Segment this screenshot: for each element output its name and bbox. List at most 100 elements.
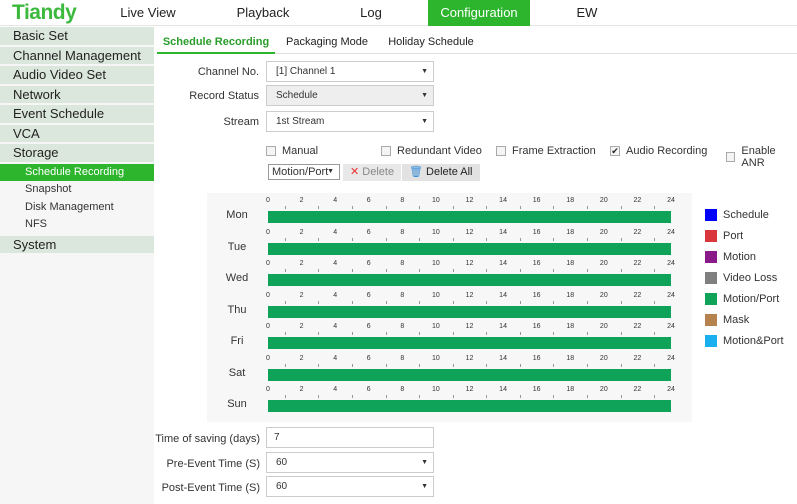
schedule-grid[interactable]: Mon 0 2 4 6 8 10 12 14 16 18 20 22 24 Tue 0 2 4 6 8 10 12 14 16… (207, 193, 692, 422)
tick-label: 12 (465, 228, 474, 236)
stream-select[interactable]: 1st Stream ▼ (266, 111, 434, 132)
tick-mark (318, 395, 320, 398)
tab-holiday-schedule[interactable]: Holiday Schedule (377, 30, 485, 54)
sidebar-item-network[interactable]: Network (0, 85, 154, 103)
tick-mark (419, 237, 421, 241)
tick-label: 4 (333, 323, 338, 330)
saving-days-input[interactable]: 7 (266, 427, 434, 448)
checkbox-audio-recording[interactable]: ✔ Audio Recording (610, 145, 707, 157)
nav-ew[interactable]: EW (536, 0, 638, 26)
tick-label: 10 (432, 228, 440, 236)
tick-label: 8 (400, 197, 405, 204)
tick-label: 6 (366, 291, 371, 299)
nav-live-view[interactable]: Live View (97, 0, 199, 26)
tick-label: 0 (266, 386, 270, 393)
tick-label: 8 (400, 291, 405, 299)
tick-mark (452, 395, 454, 398)
checkbox-box[interactable]: ✔ (610, 146, 620, 156)
tick-label: 18 (566, 260, 575, 267)
checkbox-box[interactable] (266, 146, 276, 156)
checkbox-redundant-video[interactable]: Redundant Video (381, 145, 482, 157)
tick-mark (351, 363, 353, 367)
schedule-bar-sat[interactable] (268, 368, 671, 381)
tick-mark (284, 332, 286, 335)
tick-label: 20 (599, 354, 608, 362)
tick-label: 22 (633, 386, 642, 393)
schedule-bar-wed[interactable] (268, 274, 671, 286)
legend-item: Motion (705, 251, 756, 263)
tick-label: 12 (465, 197, 474, 204)
nav-configuration[interactable]: Configuration (428, 0, 530, 26)
tab-packaging-mode[interactable]: Packaging Mode (277, 30, 377, 54)
legend-item: Video Loss (705, 272, 777, 284)
sidebar-item-disk-management[interactable]: Disk Management (0, 199, 154, 217)
channel-label: Channel No. (197, 66, 259, 78)
tick-label: 0 (266, 197, 270, 204)
schedule-bar-thu[interactable] (268, 305, 671, 318)
delete-button[interactable]: ✕ Delete (343, 164, 402, 181)
tick-label: 16 (532, 291, 541, 299)
tick-mark (620, 269, 622, 272)
nav-log[interactable]: Log (320, 0, 422, 26)
tick-mark (620, 300, 622, 304)
tick-mark (284, 206, 286, 209)
day-label: Sat (228, 366, 246, 379)
tick-mark (351, 332, 353, 335)
tick-mark (419, 395, 421, 398)
sidebar-item-nfs[interactable]: NFS (0, 216, 154, 234)
sidebar-item-audio-video-set[interactable]: Audio Video Set (0, 66, 154, 84)
tick-mark (553, 395, 555, 398)
tick-label: 10 (432, 386, 440, 393)
checkbox-enable-anr[interactable]: Enable ANR (726, 145, 797, 169)
schedule-bar-sun[interactable] (268, 400, 671, 412)
trash-icon: 🗑 (409, 166, 423, 178)
sidebar-item-snapshot[interactable]: Snapshot (0, 181, 154, 199)
tick-mark (587, 332, 589, 335)
checkbox-box[interactable] (496, 146, 506, 156)
tick-label: 2 (299, 260, 304, 267)
checkbox-label: Audio Recording (626, 145, 708, 157)
schedule-bar-tue[interactable] (268, 242, 671, 255)
tick-label: 14 (499, 291, 507, 299)
tick-mark (486, 206, 488, 209)
sidebar-item-schedule-recording[interactable]: Schedule Recording (0, 163, 154, 181)
tick-mark (654, 206, 656, 209)
sidebar-item-system[interactable]: System (0, 235, 154, 253)
checkbox-frame-extraction[interactable]: Frame Extraction (496, 145, 596, 157)
tick-mark (587, 395, 589, 398)
sidebar-item-storage[interactable]: Storage (0, 144, 154, 162)
tick-label: 8 (400, 354, 405, 362)
tab-schedule-recording[interactable]: Schedule Recording (157, 30, 275, 54)
sidebar-item-channel-management[interactable]: Channel Management (0, 46, 154, 64)
tick-mark (486, 269, 488, 272)
tick-mark (486, 300, 488, 304)
record-status-select[interactable]: Schedule ▼ (266, 85, 434, 106)
checkbox-manual[interactable]: Manual (266, 145, 318, 157)
checkbox-box[interactable] (726, 152, 736, 162)
tick-label: 10 (432, 323, 440, 330)
tick-label: 24 (667, 197, 675, 204)
legend-item: Schedule (705, 209, 769, 221)
channel-select[interactable]: [1] Channel 1 ▼ (266, 61, 434, 82)
schedule-bar-fri[interactable] (268, 337, 671, 349)
sidebar-item-basic-set[interactable]: Basic Set (0, 27, 154, 45)
tick-mark (654, 332, 656, 335)
post-event-select[interactable]: 60 ▼ (266, 476, 434, 497)
tick-mark (318, 300, 320, 304)
stream-value: 1st Stream (276, 116, 325, 127)
tick-mark (620, 363, 622, 367)
sidebar-item-event-schedule[interactable]: Event Schedule (0, 105, 154, 123)
dropdown-arrow-icon: ▼ (421, 118, 428, 125)
schedule-bar-mon[interactable] (268, 211, 671, 223)
legend-swatch (705, 209, 717, 221)
schedule-type-select[interactable]: Motion/Port ▼ (268, 164, 340, 180)
delete-all-button[interactable]: 🗑 Delete All (402, 164, 480, 181)
pre-event-select[interactable]: 60 ▼ (266, 452, 434, 473)
tick-label: 12 (465, 323, 474, 330)
tick-mark (351, 395, 353, 398)
nav-playback[interactable]: Playback (212, 0, 314, 26)
channel-value: [1] Channel 1 (276, 66, 336, 77)
sidebar-item-vca[interactable]: VCA (0, 124, 154, 142)
tick-mark (318, 363, 320, 367)
checkbox-box[interactable] (381, 146, 391, 156)
